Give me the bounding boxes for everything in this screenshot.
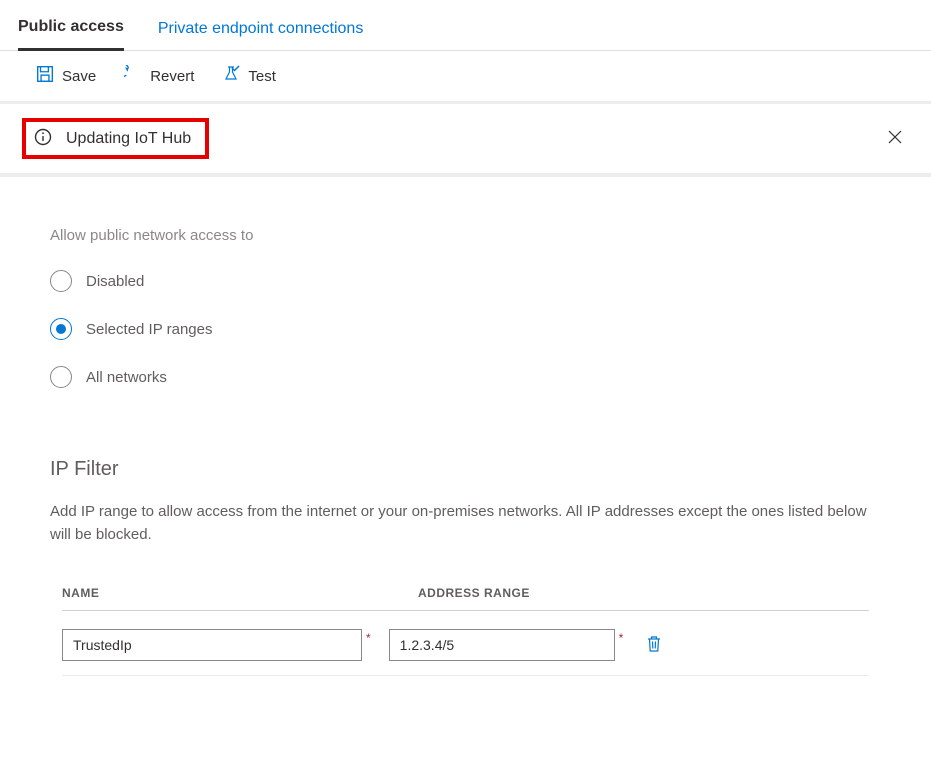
radio-all-networks[interactable]: All networks: [50, 366, 881, 388]
col-header-name: NAME: [62, 586, 382, 600]
radio-selected-ip-ranges[interactable]: Selected IP ranges: [50, 318, 881, 340]
radio-disabled[interactable]: Disabled: [50, 270, 881, 292]
ip-address-range-input[interactable]: [389, 629, 615, 661]
close-icon: [887, 133, 903, 148]
radio-allnetworks-label: All networks: [86, 369, 167, 386]
radio-icon: [50, 366, 72, 388]
save-button[interactable]: Save: [36, 65, 96, 87]
notification-close-button[interactable]: [879, 121, 911, 156]
delete-row-button[interactable]: [641, 631, 667, 660]
notification: Updating IoT Hub: [16, 106, 921, 171]
table-row: * *: [62, 611, 869, 676]
ip-filter-heading: IP Filter: [50, 458, 881, 481]
revert-button[interactable]: Revert: [124, 65, 194, 87]
save-label: Save: [62, 68, 96, 85]
info-icon: [34, 128, 52, 149]
notification-area: Updating IoT Hub: [0, 101, 931, 177]
access-label: Allow public network access to: [50, 227, 881, 244]
ip-filter-table: NAME ADDRESS RANGE * *: [50, 586, 881, 676]
test-button[interactable]: Test: [222, 65, 276, 87]
table-header: NAME ADDRESS RANGE: [62, 586, 869, 611]
test-label: Test: [248, 68, 276, 85]
main-content: Allow public network access to Disabled …: [0, 177, 931, 696]
notification-text: Updating IoT Hub: [66, 130, 191, 148]
undo-icon: [124, 65, 142, 87]
radio-icon: [50, 318, 72, 340]
ip-filter-description: Add IP range to allow access from the in…: [50, 501, 870, 546]
radio-disabled-label: Disabled: [86, 273, 144, 290]
revert-label: Revert: [150, 68, 194, 85]
ip-name-input[interactable]: [62, 629, 362, 661]
radio-selectedip-label: Selected IP ranges: [86, 321, 212, 338]
tabs-bar: Public access Private endpoint connectio…: [0, 0, 931, 51]
col-header-address-range: ADDRESS RANGE: [418, 586, 738, 600]
required-asterisk: *: [366, 631, 371, 645]
trash-icon: [645, 641, 663, 656]
tab-private-endpoint[interactable]: Private endpoint connections: [158, 14, 363, 50]
access-radio-group: Disabled Selected IP ranges All networks: [50, 270, 881, 388]
tab-public-access[interactable]: Public access: [18, 12, 124, 51]
toolbar: Save Revert Test: [0, 51, 931, 101]
flask-check-icon: [222, 65, 240, 87]
required-asterisk: *: [619, 631, 624, 645]
radio-icon: [50, 270, 72, 292]
notification-highlight: Updating IoT Hub: [22, 118, 209, 159]
save-icon: [36, 65, 54, 87]
